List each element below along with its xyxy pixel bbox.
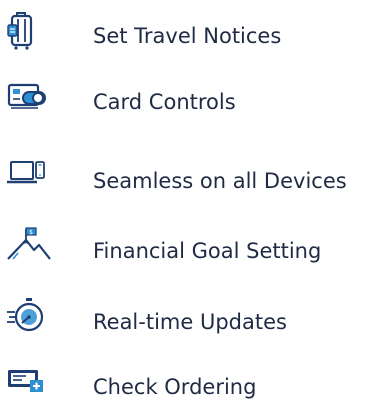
feature-item-travel-notices: Set Travel Notices (0, 11, 381, 61)
feature-label: Seamless on all Devices (93, 169, 347, 193)
feature-label: Set Travel Notices (93, 24, 282, 48)
feature-list: Set Travel Notices Card Controls Seamles… (0, 0, 381, 410)
mountain-flag-icon: $ (6, 226, 66, 276)
svg-text:$: $ (29, 229, 33, 236)
devices-icon (6, 156, 66, 206)
feature-label: Card Controls (93, 90, 236, 114)
feature-item-check-ordering: Check Ordering (0, 362, 381, 412)
feature-label: Check Ordering (93, 375, 257, 399)
credit-card-toggle-icon (6, 77, 66, 127)
feature-item-realtime-updates: Real-time Updates (0, 297, 381, 347)
feature-item-devices: Seamless on all Devices (0, 156, 381, 206)
feature-item-goal-setting: $ Financial Goal Setting (0, 226, 381, 276)
feature-item-card-controls: Card Controls (0, 77, 381, 127)
stopwatch-icon (6, 297, 66, 347)
feature-label: Financial Goal Setting (93, 239, 322, 263)
checkbook-add-icon (6, 362, 66, 412)
feature-label: Real-time Updates (93, 310, 287, 334)
luggage-icon (6, 11, 66, 61)
